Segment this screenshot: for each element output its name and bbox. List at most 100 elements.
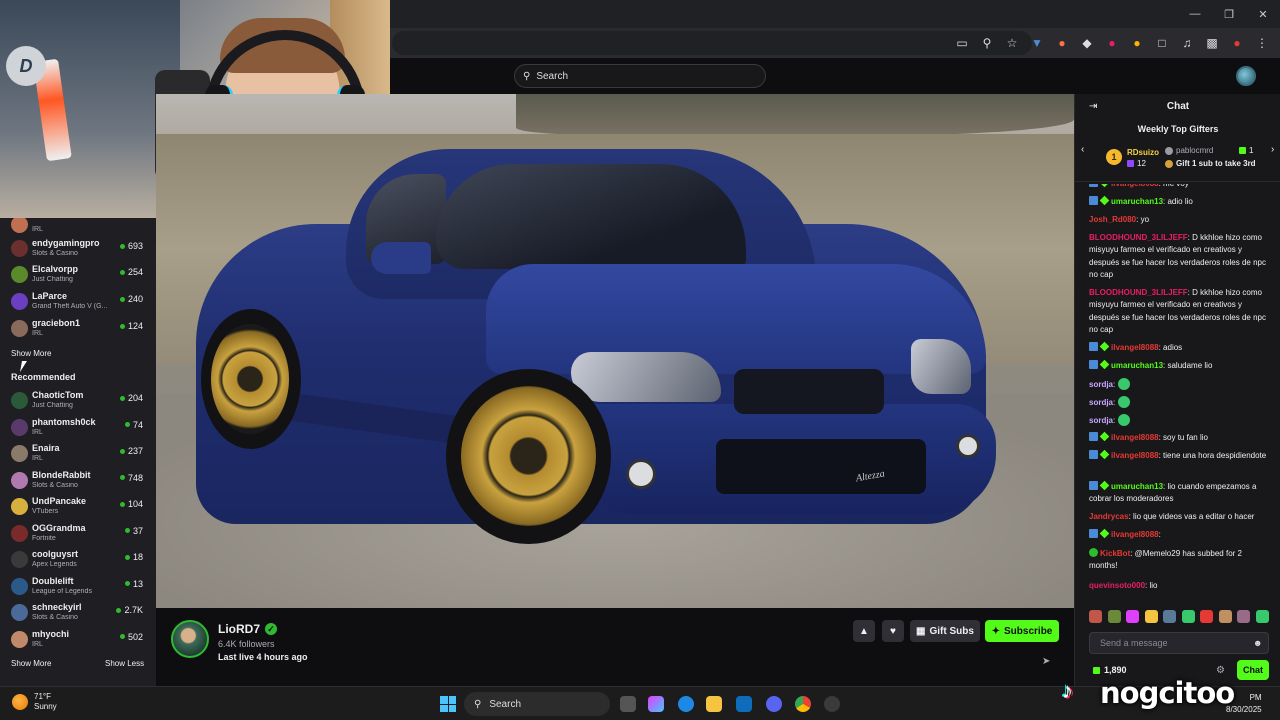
taskbar-search[interactable]: ⚲ Search [464, 692, 610, 716]
emote-icon[interactable] [1144, 610, 1158, 623]
share-icon[interactable]: ➤ [1042, 656, 1050, 667]
sidebar-channel-undpancake[interactable]: UndPancake VTubers 104 [0, 494, 156, 520]
chat-username[interactable]: sordja [1089, 416, 1113, 425]
sidebar-channel-oggrandma[interactable]: OGGrandma Fortnite 37 [0, 521, 156, 547]
extension-blue-icon[interactable]: ▼ [1027, 33, 1047, 53]
sidebar-channel-blonderabbit[interactable]: BlondeRabbit Slots & Casino 748 [0, 468, 156, 494]
windows-start-icon[interactable] [440, 696, 456, 712]
emote-icon[interactable] [1107, 610, 1121, 623]
channel-name[interactable]: LioRD7 [218, 622, 260, 636]
follow-heart-button[interactable]: ♥ [882, 620, 904, 642]
show-more-link[interactable]: Show More [11, 349, 51, 358]
sidebar-channel-mhyochi[interactable]: mhyochi IRL 502 [0, 627, 156, 653]
zoom-icon[interactable]: ⚲ [977, 33, 997, 53]
emote-icon[interactable] [1163, 610, 1177, 623]
video-player[interactable]: Altezza [156, 94, 1074, 608]
sidebar-channel-laparce[interactable]: LaParce Grand Theft Auto V (G... 240 [0, 289, 156, 315]
chat-username[interactable]: BLOODHOUND_3LILJEFF [1089, 288, 1188, 297]
browser-menu-icon[interactable]: ⋮ [1252, 33, 1272, 53]
chat-username[interactable]: ilvangel8088 [1111, 184, 1159, 188]
sidebar-channel-doublelift[interactable]: Doublelift League of Legends 13 [0, 574, 156, 600]
media-icon[interactable]: ♫ [1177, 33, 1197, 53]
emote-icon[interactable] [1237, 610, 1251, 623]
emote-icon[interactable] [1126, 610, 1140, 623]
emote-icon[interactable] [1200, 610, 1214, 623]
sidebar-channel-graciebon1[interactable]: graciebon1 IRL 124 [0, 316, 156, 342]
extension-yellow-icon[interactable]: ● [1127, 33, 1147, 53]
weather-widget[interactable]: 71°F Sunny [12, 692, 57, 712]
chat-username[interactable]: Josh_Rd080 [1089, 215, 1136, 224]
emote-icon[interactable] [1181, 610, 1195, 623]
emote-icon[interactable] [1255, 610, 1269, 623]
task-view-icon[interactable] [620, 696, 636, 712]
gift-subs-button[interactable]: ▦ Gift Subs [910, 620, 980, 642]
close-icon[interactable]: ✕ [1246, 0, 1280, 28]
sidebar-channel-schneckyirl[interactable]: schneckyirl Slots & Casino 2.7K [0, 600, 156, 626]
chat-username[interactable]: Jandrycas [1089, 512, 1129, 521]
user-avatar[interactable] [1236, 66, 1256, 86]
bookmark-star-icon[interactable]: ☆ [1002, 33, 1022, 53]
chat-username[interactable]: umaruchan13 [1111, 482, 1163, 491]
gifter2-name[interactable]: pablocmrd [1176, 146, 1213, 155]
gear-icon[interactable]: ⚙ [1216, 665, 1225, 676]
viewer-count: 104 [119, 499, 143, 509]
restore-icon[interactable]: ❐ [1212, 0, 1246, 28]
emote-icon[interactable] [1218, 610, 1232, 623]
viewer-count-value: 2.7K [124, 605, 143, 615]
channel-avatar [11, 418, 28, 436]
chat-username[interactable]: ilvangel8088 [1111, 530, 1159, 539]
chat-username[interactable]: ilvangel8088 [1111, 433, 1159, 442]
channel-avatar [11, 293, 28, 310]
sidebar-channel-elcalvorpp[interactable]: Elcalvorpp Just Chatting 254 [0, 262, 156, 288]
chat-username[interactable]: umaruchan13 [1111, 197, 1163, 206]
channel-avatar[interactable] [171, 620, 209, 658]
sidebar-channel-chaotictom[interactable]: ChaoticTom Just Chatting 204 [0, 388, 156, 414]
chat-username[interactable]: BLOODHOUND_3LILJEFF [1089, 233, 1188, 242]
channel-name: schneckyirl [32, 602, 82, 612]
extension-orange-icon[interactable]: ● [1052, 33, 1072, 53]
chat-username[interactable]: ilvangel8088 [1111, 451, 1159, 460]
chat-username[interactable]: sordja [1089, 398, 1113, 407]
chat-username[interactable]: sordja [1089, 380, 1113, 389]
channel-category: Just Chatting [32, 276, 73, 283]
footer-show-more-link[interactable]: Show More [11, 659, 51, 668]
file-explorer-icon[interactable] [706, 696, 722, 712]
chat-username[interactable]: KickBot [1100, 549, 1130, 558]
kick-balance[interactable]: 1,890 [1093, 665, 1127, 675]
sidebar-channel-phantomsh0ck[interactable]: phantomsh0ck IRL 74 [0, 415, 156, 441]
chat-input[interactable]: Send a message [1089, 632, 1269, 654]
sub-badge-icon [1099, 480, 1110, 491]
chrome-icon[interactable] [795, 696, 811, 712]
edge-icon[interactable] [678, 696, 694, 712]
copilot-icon[interactable] [648, 696, 664, 712]
sidebar-channel-coolguysrt[interactable]: coolguysrt Apex Legends 18 [0, 547, 156, 573]
minimize-icon[interactable]: — [1178, 0, 1212, 28]
chat-send-button[interactable]: Chat [1237, 660, 1269, 680]
emoji-icon[interactable]: ☻ [1253, 638, 1262, 648]
subscribe-button[interactable]: ✦ Subscribe [985, 620, 1059, 642]
chat-username[interactable]: quevinsoto000 [1089, 581, 1145, 590]
translate-icon[interactable]: ▭ [952, 33, 972, 53]
address-bar[interactable] [392, 31, 1032, 55]
search-input[interactable]: ⚲ Search [514, 64, 766, 88]
emote-icon[interactable] [1089, 610, 1102, 623]
extension-diamond-icon[interactable]: ◆ [1077, 33, 1097, 53]
chat-username[interactable]: umaruchan13 [1111, 361, 1163, 370]
chat-username[interactable]: ilvangel8088 [1111, 343, 1159, 352]
extensions-puzzle-icon[interactable]: □ [1152, 33, 1172, 53]
discord-icon[interactable] [766, 696, 782, 712]
show-less-link[interactable]: Show Less [105, 659, 144, 668]
sidebar-channel-enaira[interactable]: Enaira IRL 237 [0, 441, 156, 467]
chevron-left-icon[interactable]: ‹ [1081, 144, 1084, 155]
profile-icon[interactable]: ● [1227, 33, 1247, 53]
split-view-icon[interactable]: ▩ [1202, 33, 1222, 53]
outlook-icon[interactable] [736, 696, 752, 712]
channel-avatar [11, 445, 28, 462]
gift-cta[interactable]: Gift 1 sub to take 3rd [1165, 159, 1256, 168]
extension-red-icon[interactable]: ● [1102, 33, 1122, 53]
notification-bell-button[interactable]: ▲ [853, 620, 875, 642]
sidebar-channel-endygamingpro[interactable]: endygamingpro Slots & Casino 693 [0, 236, 156, 262]
chevron-right-icon[interactable]: › [1271, 144, 1274, 155]
app-icon[interactable] [824, 696, 840, 712]
gifter1-name[interactable]: RDsuizo [1127, 148, 1159, 157]
